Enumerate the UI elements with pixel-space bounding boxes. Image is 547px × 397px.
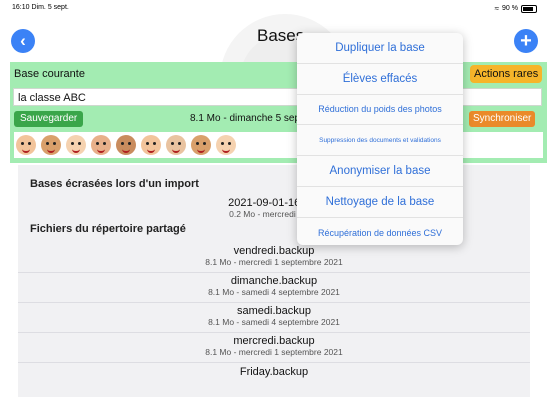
- rare-actions-button[interactable]: Actions rares: [470, 65, 543, 83]
- status-right: ≈ 90 %: [495, 4, 537, 13]
- chevron-left-icon: ‹: [20, 31, 26, 50]
- status-date: Dim. 5 sept.: [31, 4, 69, 11]
- backup-meta: 8.1 Mo - samedi 4 septembre 2021: [208, 317, 340, 327]
- student-avatar[interactable]: [16, 135, 36, 155]
- back-button[interactable]: ‹: [11, 29, 35, 53]
- status-clock: 16:10: [12, 4, 30, 11]
- save-button[interactable]: Sauvegarder: [14, 111, 84, 127]
- student-avatar[interactable]: [91, 135, 111, 155]
- section-header-overwritten: Bases écrasées lors d'un import: [30, 178, 199, 190]
- student-avatars: [14, 132, 543, 158]
- menu-item-deleted-students[interactable]: Élèves effacés: [297, 64, 463, 95]
- student-avatar[interactable]: [191, 135, 211, 155]
- list-item[interactable]: mercredi.backup 8.1 Mo - mercredi 1 sept…: [18, 333, 530, 363]
- menu-item-anonymize[interactable]: Anonymiser la base: [297, 156, 463, 187]
- student-avatar[interactable]: [116, 135, 136, 155]
- backup-name: Friday.backup: [239, 366, 309, 378]
- status-bar: 16:10 Dim. 5 sept. ≈ 90 %: [0, 0, 547, 16]
- status-time: 16:10 Dim. 5 sept.: [12, 4, 69, 11]
- student-avatar[interactable]: [41, 135, 61, 155]
- menu-item-cleanup[interactable]: Nettoyage de la base: [297, 187, 463, 218]
- student-avatar[interactable]: [166, 135, 186, 155]
- backup-meta: 8.1 Mo - samedi 4 septembre 2021: [208, 287, 340, 297]
- add-button[interactable]: +: [514, 29, 538, 53]
- plus-icon: +: [520, 30, 532, 52]
- backup-name: samedi.backup: [237, 305, 311, 317]
- menu-item-delete-documents[interactable]: Suppression des documents et validations: [297, 125, 463, 157]
- backup-name: dimanche.backup: [230, 275, 318, 287]
- section-header-shared: Fichiers du répertoire partagé: [30, 223, 186, 235]
- backup-name: vendredi.backup: [233, 245, 315, 257]
- current-base-panel: Base courante Actions rares la classe AB…: [10, 62, 547, 163]
- student-avatar[interactable]: [216, 135, 236, 155]
- backup-name: mercredi.backup: [233, 335, 315, 347]
- student-avatar[interactable]: [66, 135, 86, 155]
- wifi-icon: ≈: [494, 4, 500, 13]
- rare-actions-menu: Dupliquer la base Élèves effacés Réducti…: [297, 33, 463, 245]
- backup-meta: 8.1 Mo - mercredi 1 septembre 2021: [205, 257, 343, 267]
- student-avatar[interactable]: [141, 135, 161, 155]
- battery-icon: [521, 4, 537, 13]
- menu-item-reduce-photos[interactable]: Réduction du poids des photos: [297, 95, 463, 126]
- list-item[interactable]: samedi.backup 8.1 Mo - samedi 4 septembr…: [18, 303, 530, 333]
- menu-item-duplicate[interactable]: Dupliquer la base: [297, 33, 463, 64]
- list-item[interactable]: Friday.backup: [18, 364, 530, 393]
- save-info: 8.1 Mo - dimanche 5 sep: [190, 113, 301, 124]
- current-base-label: Base courante: [14, 68, 85, 80]
- backup-meta: 8.1 Mo - mercredi 1 septembre 2021: [205, 347, 343, 357]
- battery-label: 90 %: [502, 5, 518, 12]
- list-item[interactable]: dimanche.backup 8.1 Mo - samedi 4 septem…: [18, 273, 530, 303]
- sync-button[interactable]: Synchroniser: [469, 111, 536, 127]
- menu-item-csv-recovery[interactable]: Récupération de données CSV: [297, 218, 463, 245]
- list-item[interactable]: vendredi.backup 8.1 Mo - mercredi 1 sept…: [18, 243, 530, 273]
